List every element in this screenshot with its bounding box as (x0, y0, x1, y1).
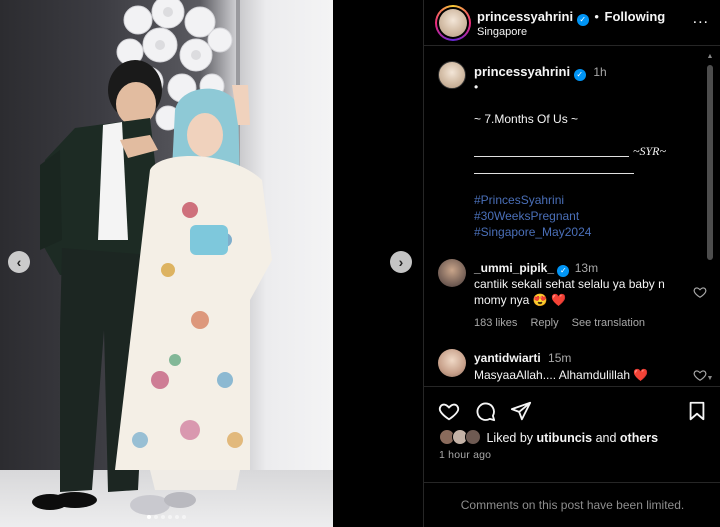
comment-time: 13m (574, 261, 599, 275)
carousel-prev-button[interactable]: ‹ (8, 251, 30, 273)
comments-scroll-area[interactable]: princessyahrini ✓ 1h • ~ 7.Months Of Us … (424, 47, 720, 386)
liked-by-connector: and (595, 431, 617, 445)
comment-username[interactable]: _ummi_pipik_ (474, 261, 554, 275)
location-link[interactable]: Singapore (477, 26, 527, 38)
comment-time: 15m (548, 351, 572, 365)
share-send-icon[interactable] (510, 400, 532, 422)
verified-badge-icon: ✓ (573, 69, 586, 81)
carousel-dot (175, 515, 179, 519)
post-details-panel: princessyahrini ✓ • Following Singapore … (423, 0, 720, 527)
carousel-dot (168, 515, 172, 519)
caption-rule (474, 173, 634, 174)
comment-user-line: yantidwiarti 15m (474, 351, 571, 365)
caption-avatar[interactable] (438, 61, 466, 89)
caption-time: 1h (593, 65, 607, 79)
follow-status-button[interactable]: Following (605, 9, 666, 24)
header-username[interactable]: princessyahrini (477, 9, 573, 24)
caption-title: ~ 7.Months Of Us ~ (474, 112, 579, 126)
comments-limited-notice: Comments on this post have been limited. (424, 482, 720, 527)
caption-username[interactable]: princessyahrini (474, 64, 570, 79)
scroll-up-icon[interactable]: ▲ (705, 53, 715, 60)
liked-by-avatars[interactable] (439, 429, 483, 445)
post-header: princessyahrini ✓ • Following Singapore … (424, 0, 720, 46)
avatar (439, 9, 467, 37)
post-photo[interactable]: ‹ (0, 0, 333, 527)
carousel-dot (161, 515, 165, 519)
caption-user-line: princessyahrini ✓ 1h (474, 64, 607, 81)
scrollbar-thumb[interactable] (707, 65, 713, 260)
liked-by-others[interactable]: others (620, 431, 658, 445)
comment-bubble-icon[interactable] (474, 400, 496, 422)
reply-button[interactable]: Reply (530, 317, 558, 329)
carousel-next-button[interactable]: › (390, 251, 412, 273)
see-translation-button[interactable]: See translation (572, 317, 645, 329)
hashtag-link[interactable]: #30WeeksPregnant (474, 209, 579, 223)
liked-by-line: Liked by utibuncis and others (439, 429, 658, 445)
more-options-icon[interactable]: ... (693, 10, 709, 28)
comment-text: MasyaaAllah.... Alhamdulillah ❤️ (474, 368, 649, 382)
comment-avatar[interactable] (438, 259, 466, 287)
couple-figures (32, 60, 272, 515)
liked-by-prefix: Liked by (486, 431, 534, 445)
scroll-down-icon[interactable]: ▼ (705, 375, 715, 382)
caption-signature: ~SYR~ (633, 144, 666, 158)
like-heart-icon[interactable] (438, 400, 460, 422)
comment-meta: 183 likes Reply See translation (474, 317, 655, 329)
header-user-line: princessyahrini ✓ • Following (477, 9, 665, 26)
bookmark-icon[interactable] (686, 400, 708, 422)
carousel-dot (182, 515, 186, 519)
hashtag-link[interactable]: #Singapore_May2024 (474, 225, 591, 239)
comment-avatar[interactable] (438, 349, 466, 377)
carousel-dot (154, 515, 158, 519)
comment-user-line: _ummi_pipik_ ✓ 13m (474, 261, 598, 277)
carousel-dot (147, 515, 151, 519)
caption-rule (474, 156, 629, 157)
liked-by-user[interactable]: utibuncis (537, 431, 593, 445)
post-timestamp[interactable]: 1 hour ago (439, 449, 491, 461)
carousel-dots (0, 506, 333, 524)
caption-dot: • (474, 80, 479, 94)
comments-scrollbar[interactable]: ▲ ▼ (705, 53, 715, 382)
header-separator: • (594, 9, 599, 24)
post-actions: Liked by utibuncis and others 1 hour ago (424, 386, 720, 482)
comment-text: cantiik sekali sehat selalu ya baby n mo… (474, 277, 665, 307)
verified-badge-icon: ✓ (576, 14, 589, 26)
comment-username[interactable]: yantidwiarti (474, 351, 541, 365)
hashtag-link[interactable]: #PrincesSyahrini (474, 193, 564, 207)
comment-likes[interactable]: 183 likes (474, 317, 517, 329)
author-avatar-ring[interactable] (435, 5, 471, 41)
